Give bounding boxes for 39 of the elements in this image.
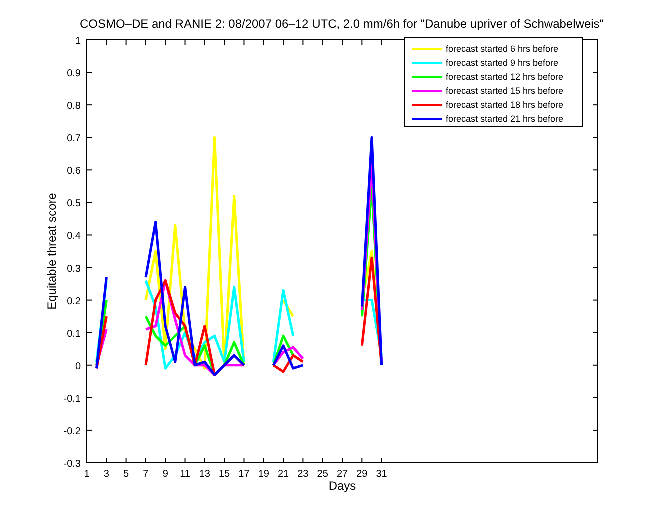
x-tick-label: 11 — [180, 469, 190, 480]
y-tick-label: 0.1 — [67, 328, 81, 340]
y-tick-label: 0.3 — [67, 264, 81, 275]
x-tick-label: 29 — [356, 469, 368, 480]
x-axis-label: Days — [328, 479, 356, 493]
legend-label: forecast started 6 hrs before — [446, 44, 559, 54]
x-tick-label: 23 — [298, 469, 309, 480]
x-tick-label: 27 — [336, 469, 348, 480]
x-tick-label: 5 — [124, 469, 130, 480]
y-tick-label: 0 — [75, 361, 81, 372]
x-tick-label: 7 — [143, 469, 149, 480]
y-tick-label: -0.1 — [64, 394, 81, 405]
x-tick-label: 19 — [258, 469, 270, 480]
y-axis-label: Equitable threat score — [45, 193, 59, 310]
x-tick-label: 15 — [219, 469, 230, 480]
y-tick-label: 0.5 — [67, 198, 81, 210]
legend-label: forecast started 12 hrs before — [446, 72, 564, 82]
x-tick-label: 17 — [238, 469, 250, 480]
y-tick-label: 1 — [75, 36, 81, 47]
legend-label: forecast started 9 hrs before — [446, 58, 559, 68]
y-tick-label: 0.4 — [67, 231, 81, 242]
chart-title: COSMO–DE and RANIE 2: 08/2007 06–12 UTC, 2.0 mm/6h for "Danube upriver of Schwabelweis" — [80, 17, 604, 31]
y-tick-label: 0.6 — [67, 166, 81, 178]
y-tick-label: -0.3 — [64, 459, 81, 470]
x-tick-label: 1 — [84, 469, 90, 480]
y-tick-label: 0.8 — [67, 101, 81, 112]
legend-label: forecast started 21 hrs before — [446, 114, 564, 124]
x-tick-label: 25 — [317, 469, 328, 480]
y-tick-label: 0.2 — [67, 296, 81, 308]
legend-label: forecast started 15 hrs before — [446, 86, 564, 96]
legend-label: forecast started 18 hrs before — [446, 100, 564, 110]
y-tick-label: -0.2 — [64, 426, 81, 438]
x-tick-label: 9 — [162, 469, 168, 480]
x-tick-label: 3 — [104, 469, 110, 480]
x-tick-label: 31 — [376, 469, 388, 480]
x-tick-label: 13 — [199, 469, 210, 480]
x-tick-label: 21 — [278, 469, 290, 480]
y-tick-label: 0.7 — [67, 134, 81, 145]
y-tick-label: 0.9 — [67, 68, 81, 80]
